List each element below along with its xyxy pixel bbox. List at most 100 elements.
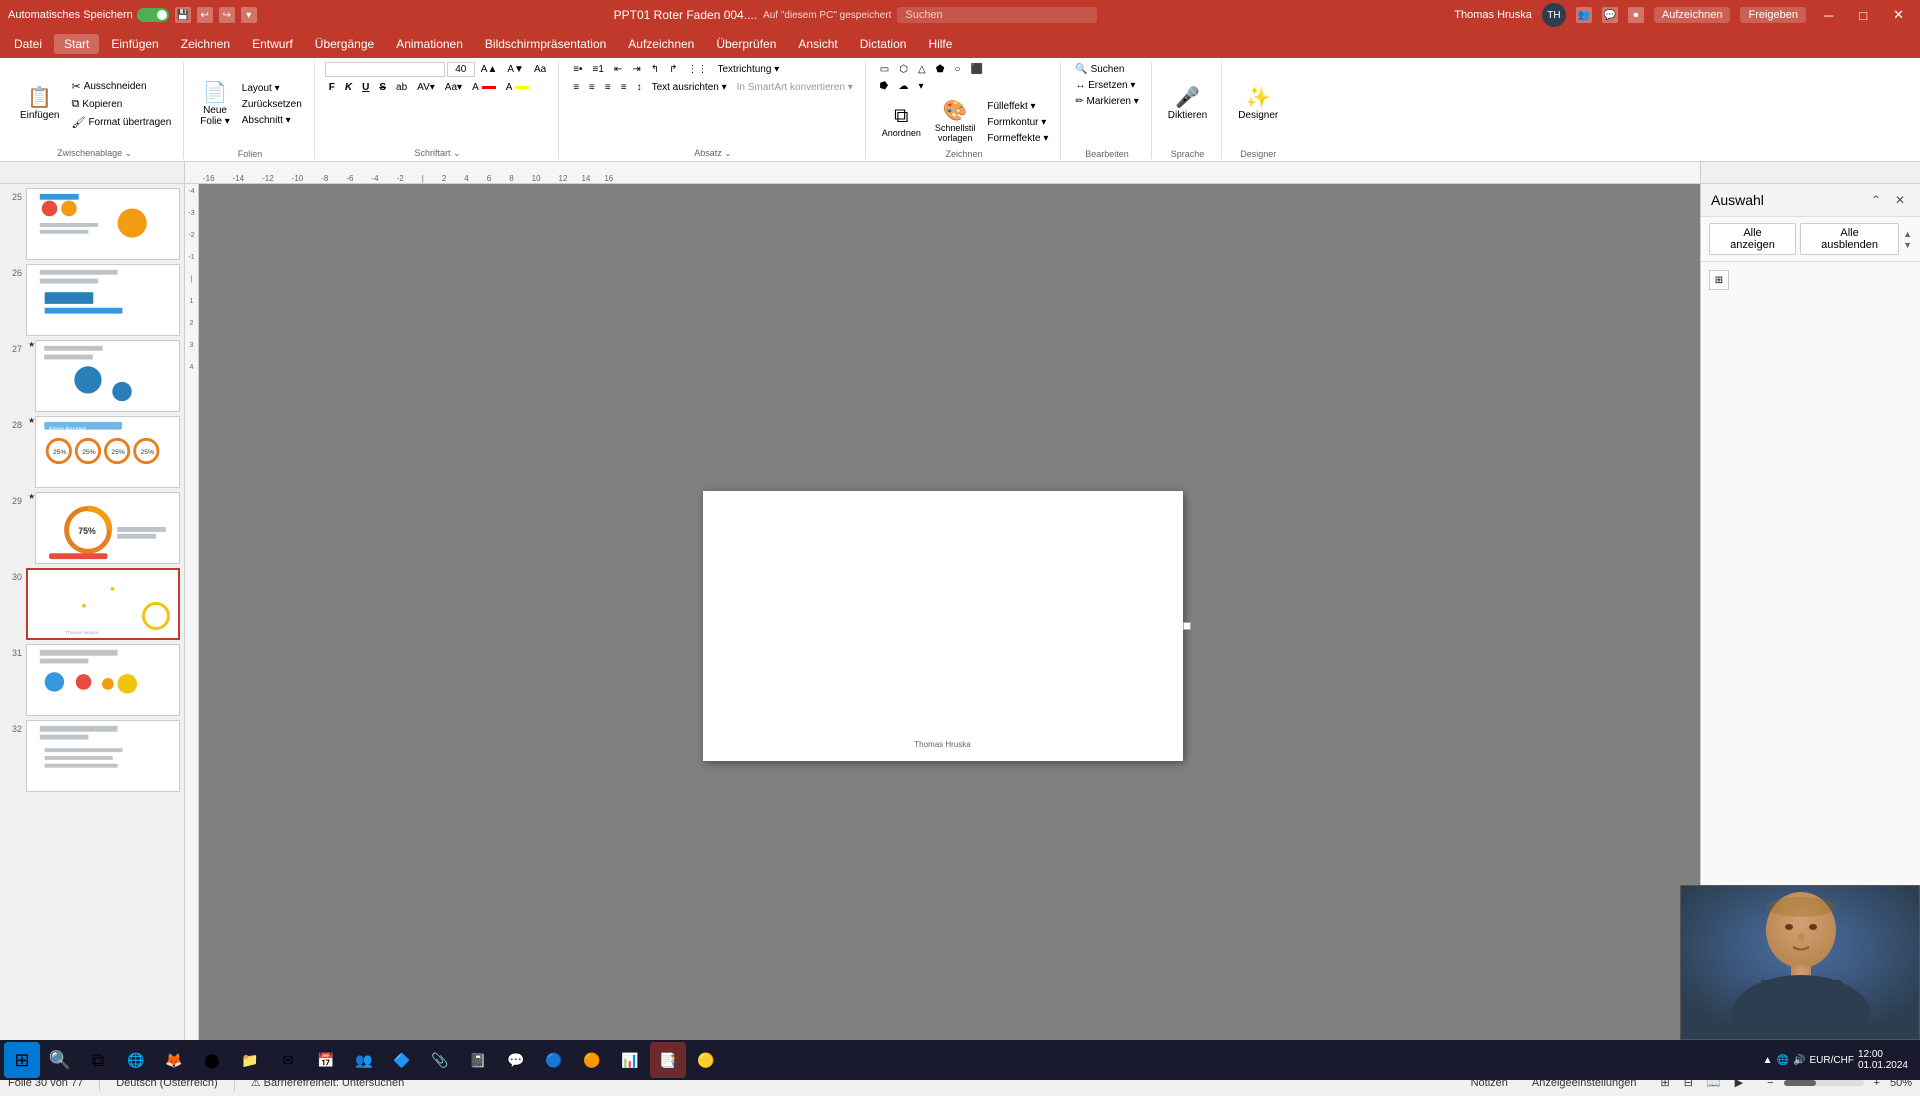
- app1-btn[interactable]: 🔷: [384, 1042, 420, 1078]
- slide-panel[interactable]: 25 26: [0, 184, 185, 1068]
- format-uebertragen-btn[interactable]: 🖌 Format übertragen: [67, 114, 175, 131]
- shape-7[interactable]: ⭓: [876, 79, 893, 94]
- menu-entwurf[interactable]: Entwurf: [242, 34, 303, 54]
- chrome-btn[interactable]: ⬤: [194, 1042, 230, 1078]
- menu-praesentation[interactable]: Bildschirmpräsentation: [475, 34, 616, 54]
- list-item[interactable]: 26: [4, 264, 180, 336]
- markieren-btn[interactable]: ✏ Markieren ▾: [1071, 94, 1142, 109]
- shape-8[interactable]: ☁: [895, 79, 913, 94]
- freigeben-btn[interactable]: Freigeben: [1740, 7, 1806, 23]
- arrow-down-icon[interactable]: ▼: [1903, 240, 1912, 250]
- hide-all-button[interactable]: Alle ausblenden: [1800, 223, 1899, 255]
- list-item[interactable]: 25: [4, 188, 180, 260]
- fuelleffekt-btn[interactable]: Fülleffekt ▾: [983, 99, 1052, 114]
- strikethrough-btn[interactable]: S: [375, 80, 390, 95]
- text-options-btn[interactable]: Textrichtung ▾: [714, 62, 784, 77]
- app2-btn[interactable]: 📎: [422, 1042, 458, 1078]
- shape-2[interactable]: ⬡: [895, 62, 912, 77]
- task-view-btn[interactable]: ⧉: [80, 1042, 116, 1078]
- autosave-toggle[interactable]: Automatisches Speichern: [8, 8, 169, 22]
- anordnen-btn[interactable]: ⧉ Anordnen: [876, 102, 927, 142]
- formeffekte-btn[interactable]: Formeffekte ▾: [983, 131, 1052, 146]
- neue-folie-btn[interactable]: 📄 NeueFolie ▾: [194, 79, 235, 131]
- case-btn[interactable]: Aa▾: [441, 80, 466, 95]
- slide-thumbnail[interactable]: Keine Anzeige 25% 25% 25% 25%: [35, 416, 180, 488]
- shape-4[interactable]: ⬟: [932, 62, 949, 77]
- align-center-btn[interactable]: ≡: [585, 80, 599, 95]
- formkontur-btn[interactable]: Formkontur ▾: [983, 115, 1052, 130]
- italic-btn[interactable]: K: [341, 80, 356, 95]
- einfuegen-btn[interactable]: 📋 Einfügen: [14, 84, 65, 125]
- slide-thumbnail[interactable]: [26, 264, 180, 336]
- menu-einfuegen[interactable]: Einfügen: [101, 34, 168, 54]
- shape-6[interactable]: ⬛: [966, 62, 986, 77]
- font-size-input[interactable]: [447, 62, 475, 77]
- firefox-btn[interactable]: 🦊: [156, 1042, 192, 1078]
- decrease-font-btn[interactable]: A▼: [503, 62, 528, 77]
- menu-datei[interactable]: Datei: [4, 34, 52, 54]
- menu-hilfe[interactable]: Hilfe: [918, 34, 962, 54]
- align-left-btn[interactable]: ≡: [569, 80, 583, 95]
- list-item[interactable]: 28 ★ Keine Anzeige 25% 25% 25% 25%: [4, 416, 180, 488]
- columns-btn[interactable]: ⋮⋮: [684, 62, 712, 77]
- app6-btn[interactable]: 🟡: [688, 1042, 724, 1078]
- abschnitt-btn[interactable]: Abschnitt ▾: [238, 113, 306, 128]
- shape-3[interactable]: △: [914, 62, 930, 77]
- align-justify-btn[interactable]: ≡: [617, 80, 631, 95]
- mail-btn[interactable]: ✉: [270, 1042, 306, 1078]
- start-button[interactable]: ⊞: [4, 1042, 40, 1078]
- increase-font-btn[interactable]: A▲: [477, 62, 502, 77]
- line-spacing-btn[interactable]: ↕: [633, 80, 646, 95]
- shape-5[interactable]: ○: [950, 62, 964, 77]
- app4-btn[interactable]: 🔵: [536, 1042, 572, 1078]
- slide-thumbnail[interactable]: [26, 644, 180, 716]
- slide-thumbnail[interactable]: [35, 340, 180, 412]
- menu-dictation[interactable]: Dictation: [850, 34, 917, 54]
- highlight-btn[interactable]: A: [502, 80, 534, 95]
- suchen-btn[interactable]: 🔍 Suchen: [1071, 62, 1142, 77]
- list-item[interactable]: 27 ★: [4, 340, 180, 412]
- slide-canvas[interactable]: Thomas Hruska: [703, 491, 1183, 761]
- slide-thumbnail-active[interactable]: Thomas Hruska: [26, 568, 180, 640]
- save-icon[interactable]: 💾: [175, 7, 191, 23]
- close-button[interactable]: ✕: [1885, 5, 1912, 25]
- more-icon[interactable]: ▾: [241, 7, 257, 23]
- autosave-switch[interactable]: [137, 8, 169, 22]
- schnellstile-btn[interactable]: 🎨 Schnellstilvorlagen: [929, 97, 982, 147]
- resize-handle[interactable]: [1183, 622, 1191, 630]
- record-icon[interactable]: ⏺: [1628, 7, 1644, 23]
- share-icon[interactable]: 👥: [1576, 7, 1592, 23]
- font-name-input[interactable]: [325, 62, 445, 77]
- panel-close-icon[interactable]: ✕: [1890, 190, 1910, 210]
- search-input[interactable]: [897, 7, 1097, 23]
- edge-btn[interactable]: 🌐: [118, 1042, 154, 1078]
- aufzeichnen-btn[interactable]: Aufzeichnen: [1654, 7, 1731, 23]
- slide-thumbnail[interactable]: 75%: [35, 492, 180, 564]
- zoom-slider[interactable]: [1784, 1080, 1864, 1086]
- align-text-btn[interactable]: Text ausrichten ▾: [648, 80, 731, 95]
- menu-ueberpruefen[interactable]: Überprüfen: [706, 34, 786, 54]
- rtl-btn[interactable]: ↰: [647, 62, 663, 77]
- indent-right-btn[interactable]: ⇥: [628, 62, 644, 77]
- undo-icon[interactable]: ↩: [197, 7, 213, 23]
- menu-aufzeichnen[interactable]: Aufzeichnen: [618, 34, 704, 54]
- menu-start[interactable]: Start: [54, 34, 99, 54]
- list-item[interactable]: 31: [4, 644, 180, 716]
- ltr-btn[interactable]: ↱: [665, 62, 681, 77]
- list-item[interactable]: 32: [4, 720, 180, 792]
- designer-btn[interactable]: ✨ Designer: [1232, 84, 1284, 125]
- num-list-btn[interactable]: ≡1: [589, 62, 608, 77]
- indent-left-btn[interactable]: ⇤: [610, 62, 626, 77]
- app3-btn[interactable]: 💬: [498, 1042, 534, 1078]
- menu-animationen[interactable]: Animationen: [386, 34, 473, 54]
- slide-thumbnail[interactable]: [26, 720, 180, 792]
- teams-btn[interactable]: 👥: [346, 1042, 382, 1078]
- menu-uebergaenge[interactable]: Übergänge: [305, 34, 384, 54]
- ersetzen-btn[interactable]: ↔ Ersetzen ▾: [1071, 78, 1142, 93]
- diktieren-btn[interactable]: 🎤 Diktieren: [1162, 84, 1213, 125]
- panel-collapse-icon[interactable]: ⌃: [1866, 190, 1886, 210]
- comment-icon[interactable]: 💬: [1602, 7, 1618, 23]
- menu-ansicht[interactable]: Ansicht: [788, 34, 847, 54]
- explorer-btn[interactable]: 📁: [232, 1042, 268, 1078]
- arrow-up-icon[interactable]: ▲: [1903, 229, 1912, 239]
